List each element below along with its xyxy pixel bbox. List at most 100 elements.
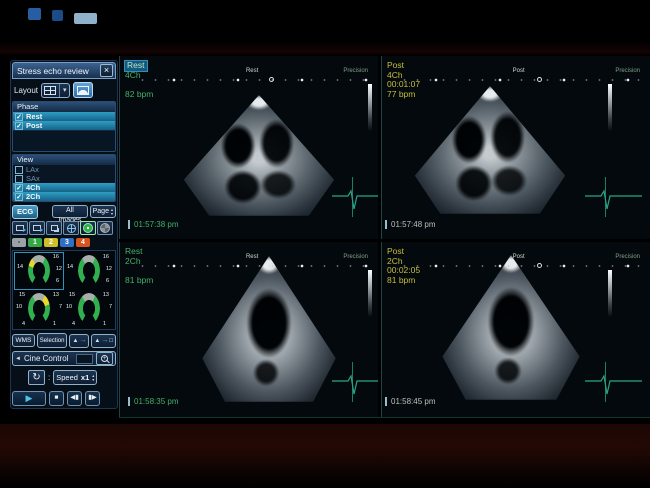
play-button[interactable]: ▶ — [12, 391, 46, 406]
speed-control[interactable]: Speed x1 ▴ ▾ — [53, 370, 97, 385]
ecg-trace — [584, 360, 644, 404]
segment-ring — [28, 293, 50, 324]
current-frame-marker[interactable] — [269, 263, 274, 268]
image-view-button[interactable] — [73, 82, 93, 98]
export-image-button[interactable] — [12, 221, 28, 235]
bpm-label: 81 bpm — [387, 276, 420, 286]
save-image-icon — [33, 225, 41, 231]
checkbox-checked-icon[interactable]: ✓ — [15, 184, 23, 192]
checkbox-unchecked-icon[interactable] — [15, 166, 23, 174]
checkbox-unchecked-icon[interactable] — [15, 175, 23, 183]
collapse-icon[interactable]: ◄ — [15, 356, 21, 362]
grayscale-bar — [608, 270, 612, 316]
score-button-1[interactable]: 1 — [28, 238, 42, 247]
spinner-down-icon[interactable]: ▾ — [92, 378, 94, 382]
panel-title: Stress echo review — [17, 66, 89, 76]
score-button-3[interactable]: 3 — [60, 238, 74, 247]
segment-diagram-post-2ch[interactable]: 15 13 10 7 4 1 — [65, 291, 113, 327]
titlebar-fragment-icon — [74, 13, 97, 24]
crosshair-icon — [67, 224, 76, 233]
quadrant-rest-2ch[interactable]: Rest Precision Rest 2Ch 81 bpm 01:58:35 … — [119, 242, 378, 417]
segment-count: 10 — [66, 304, 72, 310]
panel-titlebar[interactable]: Stress echo review × — [12, 62, 116, 79]
clip-timestamp: 01:57:38 pm — [128, 220, 178, 229]
application-screen: Rest Precision Rest 4Ch 82 bpm 01:57:38 … — [0, 0, 650, 488]
assign-delete-button[interactable]: ▲ → □ — [91, 334, 116, 348]
view-option-lax[interactable]: LAx — [13, 165, 115, 174]
checkbox-checked-icon[interactable]: ✓ — [15, 193, 23, 201]
segment-ring — [78, 255, 100, 286]
stop-button[interactable]: ■ — [49, 391, 64, 406]
export-image-icon — [16, 225, 24, 231]
spinner-down-icon[interactable]: ▾ — [111, 212, 113, 216]
phase-option-rest[interactable]: ✓ Rest — [13, 112, 115, 121]
frame-timeline[interactable]: Rest Precision — [136, 75, 370, 85]
score-button-4[interactable]: 4 — [76, 238, 90, 247]
crosshair-button[interactable] — [63, 221, 79, 235]
loop-colon: : — [48, 373, 50, 382]
view-option-4ch[interactable]: ✓ 4Ch — [13, 183, 115, 192]
checkbox-checked-icon[interactable]: ✓ — [15, 113, 23, 121]
phase-list-empty — [13, 130, 115, 151]
segment-count: 15 — [69, 292, 75, 298]
close-button[interactable]: × — [100, 64, 113, 77]
titlebar-fragment-icon — [28, 8, 41, 20]
segment-diagram-rest-2ch[interactable]: 15 13 10 7 4 1 — [15, 291, 63, 327]
timeline-right-label: Precision — [343, 254, 368, 260]
chevron-down-icon: ▾ — [59, 84, 67, 97]
segment-diagram-rest-4ch[interactable]: 14 16 12 6 — [15, 253, 63, 289]
option-label: Post — [26, 121, 42, 130]
copy-pages-button[interactable] — [46, 221, 62, 235]
triangle-icon: ▲ — [72, 336, 78, 346]
segment-diagram-post-4ch[interactable]: 14 16 12 6 — [65, 253, 113, 289]
bullseye-button[interactable] — [80, 221, 96, 235]
frame-timeline[interactable]: Rest Precision — [136, 261, 370, 271]
score-button-none[interactable]: - — [12, 238, 26, 247]
segment-count: 15 — [19, 292, 25, 298]
step-forward-button[interactable]: ▮▶ — [85, 391, 100, 406]
view-option-sax[interactable]: SAx — [13, 174, 115, 183]
current-frame-marker[interactable] — [269, 77, 274, 82]
step-back-button[interactable]: ◀▮ — [67, 391, 82, 406]
page-button-label: Page — [93, 207, 109, 217]
quadrant-post-2ch[interactable]: Post Precision Post 2Ch 00:02:05 81 bpm … — [381, 242, 650, 417]
current-frame-marker[interactable] — [537, 263, 542, 268]
segment-count: 12 — [106, 266, 112, 272]
layout-dropdown[interactable]: ▾ — [41, 83, 70, 98]
speed-value: x1 — [81, 373, 89, 382]
score-wheel-icon — [100, 223, 110, 233]
current-frame-marker[interactable] — [537, 77, 542, 82]
grayscale-bar — [608, 84, 612, 130]
assign-button[interactable]: ▲ → — [69, 334, 89, 348]
wms-button[interactable]: WMS — [12, 334, 35, 347]
save-image-button[interactable] — [29, 221, 45, 235]
wall-motion-score-legend: - 1 2 3 4 — [12, 238, 116, 248]
background-tint-top — [0, 42, 650, 56]
selection-button[interactable]: Selection — [37, 333, 68, 348]
arrow-right-icon: → — [79, 336, 86, 346]
cine-control-header[interactable]: ◄ Cine Control + — [12, 351, 116, 366]
all-images-button[interactable]: All Images — [52, 205, 87, 218]
ecg-trace — [331, 360, 378, 404]
segment-count: 4 — [22, 321, 25, 327]
loop-button[interactable]: ↻ — [28, 370, 45, 385]
quadrant-info: Post 4Ch 00:01:07 77 bpm — [387, 61, 420, 99]
segment-count: 7 — [59, 304, 62, 310]
frame-timeline[interactable]: Post Precision — [398, 75, 642, 85]
ecg-button[interactable]: ECG — [12, 205, 38, 219]
page-button[interactable]: Page ▴ ▾ — [90, 205, 116, 218]
speed-spinner[interactable]: ▴ ▾ — [92, 374, 94, 381]
wms-row: WMS Selection ▲ → ▲ → □ — [12, 332, 116, 349]
quadrant-post-4ch[interactable]: Post Precision Post 4Ch 00:01:07 77 bpm … — [381, 56, 650, 239]
zoom-plus-button[interactable]: + — [96, 352, 113, 365]
score-button-2[interactable]: 2 — [44, 238, 58, 247]
view-option-2ch[interactable]: ✓ 2Ch — [13, 192, 115, 201]
segment-count: 13 — [103, 292, 109, 298]
score-wheel-button[interactable] — [97, 221, 113, 235]
page-spinner[interactable]: ▴ ▾ — [111, 208, 113, 215]
phase-option-post[interactable]: ✓ Post — [13, 121, 115, 130]
checkbox-checked-icon[interactable]: ✓ — [15, 122, 23, 130]
quadrant-rest-4ch[interactable]: Rest Precision Rest 4Ch 82 bpm 01:57:38 … — [119, 56, 378, 239]
frame-timeline[interactable]: Post Precision — [398, 261, 642, 271]
grid-layout-icon — [44, 86, 56, 95]
